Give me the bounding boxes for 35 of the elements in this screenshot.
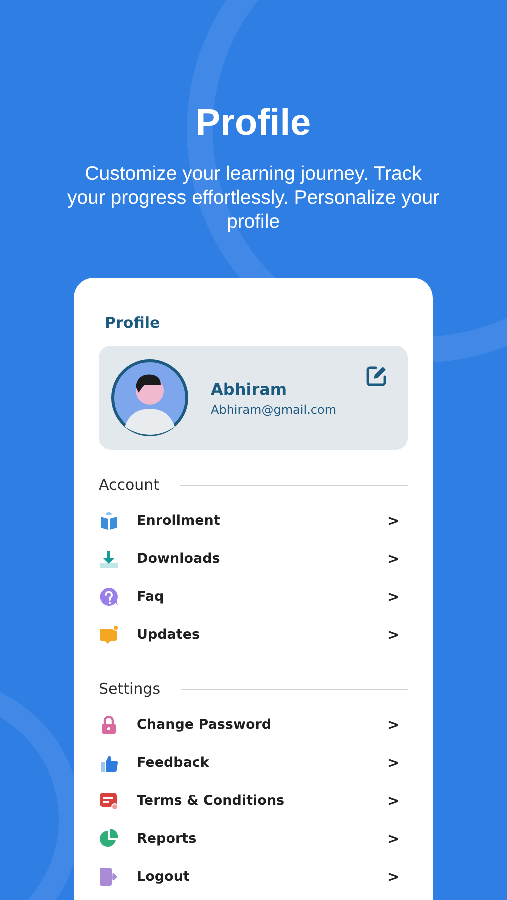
chevron-icon: > bbox=[387, 550, 400, 568]
section-heading: Account bbox=[99, 476, 160, 494]
lock-icon bbox=[99, 715, 119, 735]
chevron-icon: > bbox=[387, 626, 400, 644]
chevron-icon: > bbox=[387, 716, 400, 734]
download-icon bbox=[99, 549, 119, 569]
chevron-icon: > bbox=[387, 868, 400, 886]
section-heading: Settings bbox=[99, 680, 161, 698]
page-subtitle: Customize your learning journey. Track your progress effortlessly. Personalize your profile bbox=[66, 162, 441, 234]
menu-item[interactable]: Terms & Conditions > bbox=[99, 782, 408, 820]
thumbs-up-icon bbox=[99, 753, 119, 773]
pie-chart-icon bbox=[99, 829, 119, 849]
document-icon bbox=[99, 791, 119, 811]
logout-icon bbox=[99, 867, 119, 887]
chevron-icon: > bbox=[387, 792, 400, 810]
card-title: Profile bbox=[105, 314, 162, 332]
chevron-icon: > bbox=[387, 754, 400, 772]
menu-item[interactable]: Feedback > bbox=[99, 744, 408, 782]
menu-item[interactable]: Enrollment > bbox=[99, 502, 408, 540]
edit-icon[interactable] bbox=[366, 365, 388, 387]
page-title: Profile bbox=[194, 101, 312, 145]
user-name: Abhiram bbox=[211, 380, 288, 398]
menu-item[interactable]: Updates > bbox=[99, 616, 408, 654]
menu-item[interactable]: Logout > bbox=[99, 858, 408, 896]
chevron-icon: > bbox=[387, 512, 400, 530]
question-icon bbox=[99, 587, 119, 607]
chat-bubble-icon bbox=[99, 625, 119, 645]
menu-item[interactable]: Change Password > bbox=[99, 706, 408, 744]
user-email: Abhiram@gmail.com bbox=[211, 402, 337, 416]
menu-item[interactable]: Faq > bbox=[99, 578, 408, 616]
menu-item[interactable]: Reports > bbox=[99, 820, 408, 858]
chevron-icon: > bbox=[387, 830, 400, 848]
book-icon bbox=[99, 511, 119, 531]
chevron-icon: > bbox=[387, 588, 400, 606]
menu-item[interactable]: Downloads > bbox=[99, 540, 408, 578]
